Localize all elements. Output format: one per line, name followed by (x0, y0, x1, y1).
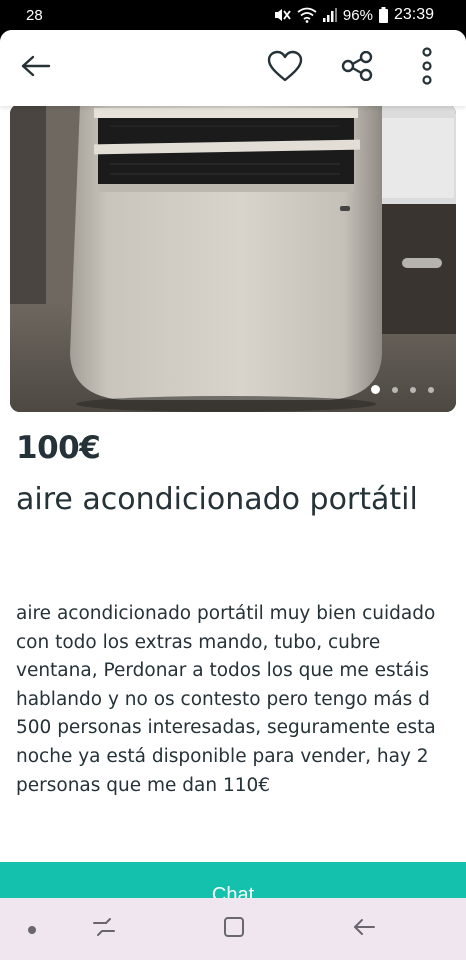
carousel-dot[interactable] (371, 385, 380, 394)
share-button[interactable] (334, 46, 380, 90)
listing-price: 100€ (16, 430, 101, 466)
carousel-dot[interactable] (428, 386, 434, 393)
top-app-bar (0, 30, 466, 106)
favorite-button[interactable] (262, 46, 308, 90)
clock: 23:39 (393, 6, 434, 23)
system-nav-bar (0, 898, 466, 960)
notification-count: 28 (26, 7, 43, 24)
recent-apps-button[interactable] (84, 912, 124, 946)
wifi-icon (297, 7, 317, 23)
nav-dot-button[interactable] (12, 912, 52, 946)
listing-screen: 100€ aire acondicionado portátil aire ac… (0, 30, 466, 898)
signal-icon (322, 8, 337, 22)
battery-icon (378, 7, 388, 23)
back-icon (352, 917, 376, 941)
recent-apps-icon (92, 917, 116, 941)
dot-icon (27, 920, 37, 939)
status-icons: 96% 23:39 (273, 6, 434, 24)
share-icon (341, 50, 373, 85)
status-bar: 28 96% 23:39 (0, 0, 466, 34)
heart-icon (267, 50, 303, 86)
more-vertical-icon (421, 46, 433, 90)
carousel-dot[interactable] (410, 386, 416, 393)
system-back-button[interactable] (344, 912, 384, 946)
mute-icon (273, 7, 291, 23)
home-button[interactable] (214, 912, 254, 946)
home-square-icon (223, 916, 245, 942)
more-options-button[interactable] (406, 46, 448, 90)
battery-percent: 96% (342, 6, 373, 24)
carousel-indicator (371, 385, 434, 394)
product-photo (10, 104, 456, 412)
chat-button[interactable]: Chat (0, 862, 466, 898)
back-arrow-icon (21, 55, 51, 81)
back-button[interactable] (12, 46, 60, 90)
listing-title: aire acondicionado portátil (16, 482, 418, 517)
carousel-dot[interactable] (392, 386, 398, 393)
listing-description: aire acondicionado portátil muy bien cui… (16, 603, 436, 796)
product-photo-carousel[interactable] (10, 104, 456, 412)
